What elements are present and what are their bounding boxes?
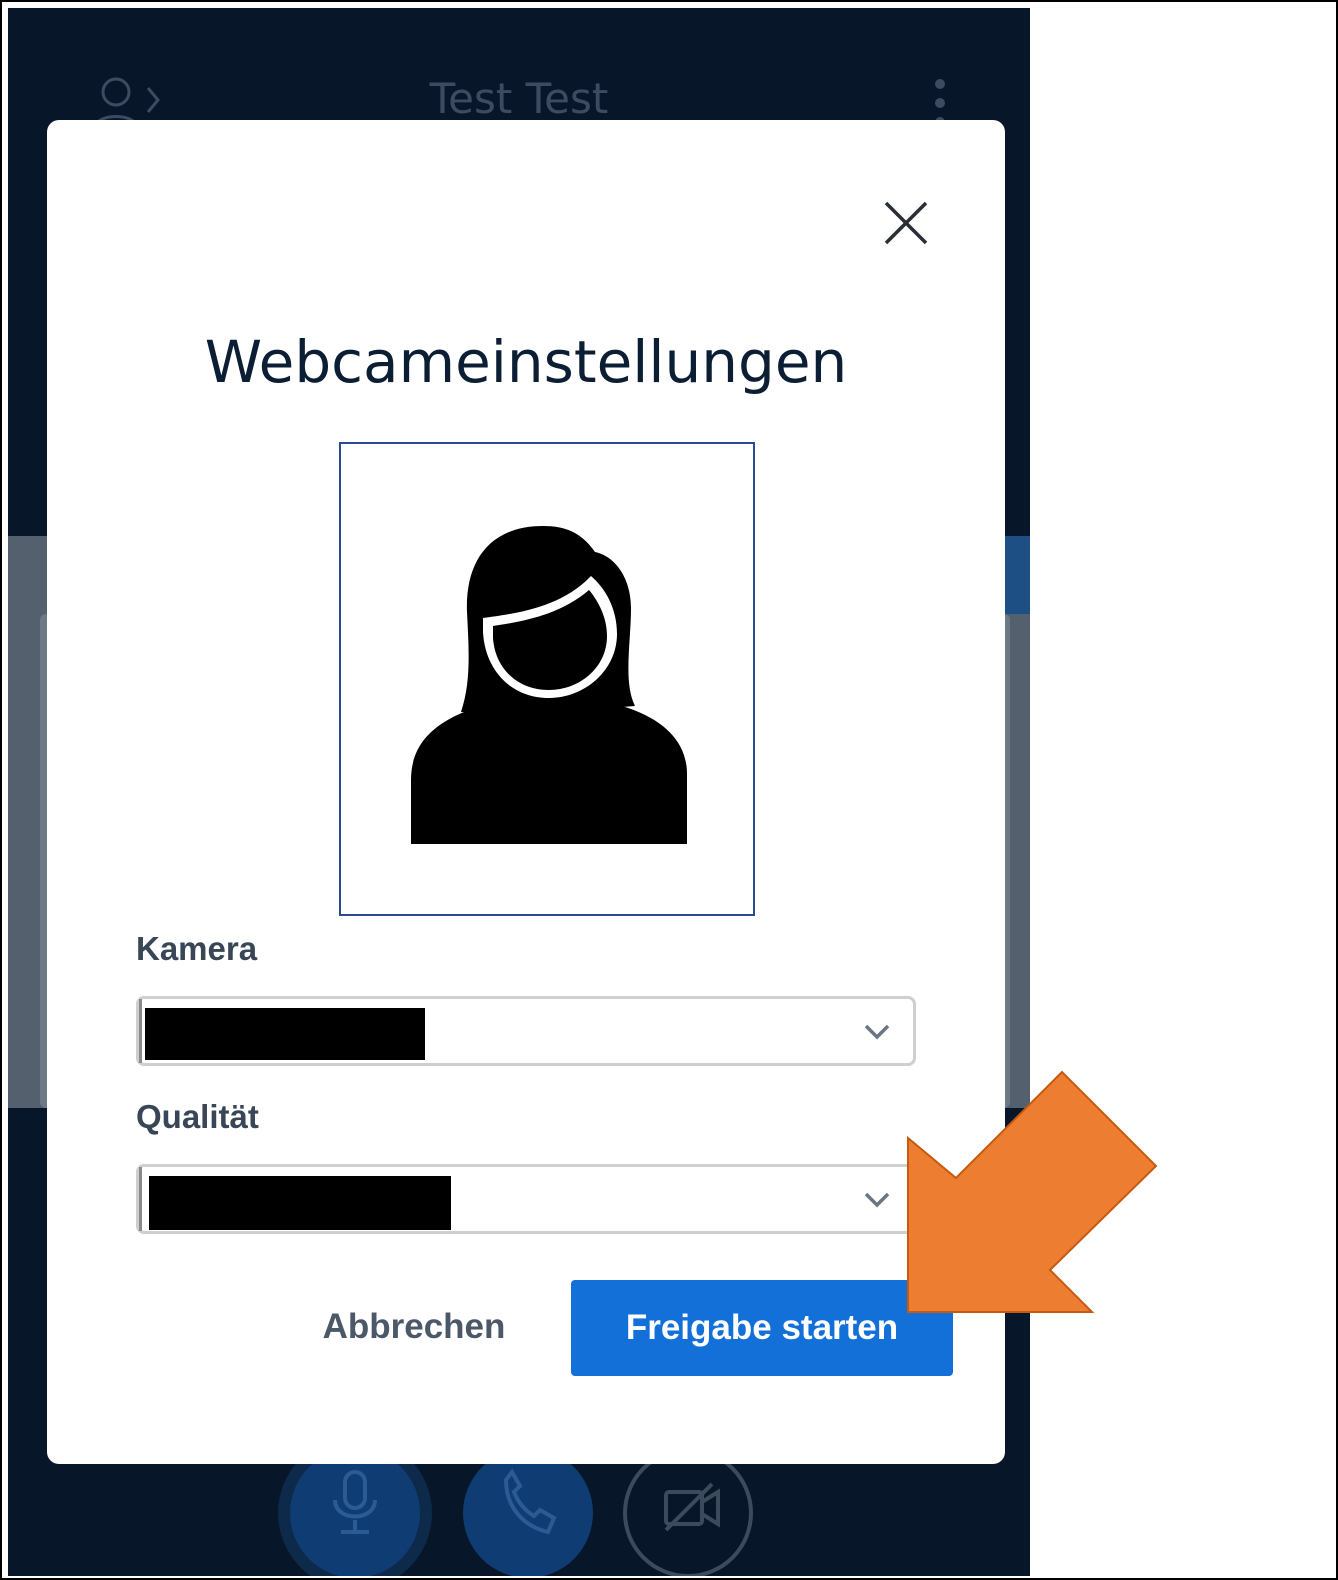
- webcam-preview: [339, 442, 755, 916]
- screenshot-frame: Test Test Webcameinstellungen Kamera Qua…: [0, 0, 1338, 1580]
- redacted-quality-value: [149, 1176, 451, 1230]
- camera-off-icon: [664, 1482, 720, 1532]
- leave-call-button[interactable]: [463, 1448, 593, 1576]
- quality-select[interactable]: [136, 1164, 916, 1234]
- top-bar: Test Test: [8, 8, 1030, 131]
- microphone-icon: [333, 1470, 377, 1534]
- meeting-title: Test Test: [429, 74, 609, 123]
- chevron-down-icon: [864, 1024, 890, 1040]
- phone-icon: [503, 1468, 557, 1535]
- bottom-controls: [8, 1448, 1030, 1576]
- redacted-camera-value: [145, 1008, 425, 1060]
- close-icon[interactable]: [883, 200, 929, 246]
- quality-label: Qualität: [136, 1098, 259, 1135]
- avatar-placeholder-icon: [411, 526, 687, 844]
- microphone-button[interactable]: [290, 1448, 420, 1576]
- camera-select[interactable]: [136, 996, 916, 1066]
- start-sharing-button[interactable]: Freigabe starten: [571, 1280, 953, 1376]
- camera-label: Kamera: [136, 930, 258, 967]
- modal-title: Webcameinstellungen: [204, 328, 848, 396]
- arrow-annotation: [907, 1070, 1158, 1313]
- webcam-button[interactable]: [623, 1448, 753, 1576]
- cancel-button[interactable]: Abbrechen: [309, 1280, 519, 1374]
- webcam-settings-modal: Webcameinstellungen Kamera Qualität Abbr…: [47, 120, 1005, 1464]
- chevron-down-icon: [864, 1192, 890, 1208]
- select-edge: [139, 1167, 142, 1231]
- select-edge: [139, 999, 142, 1063]
